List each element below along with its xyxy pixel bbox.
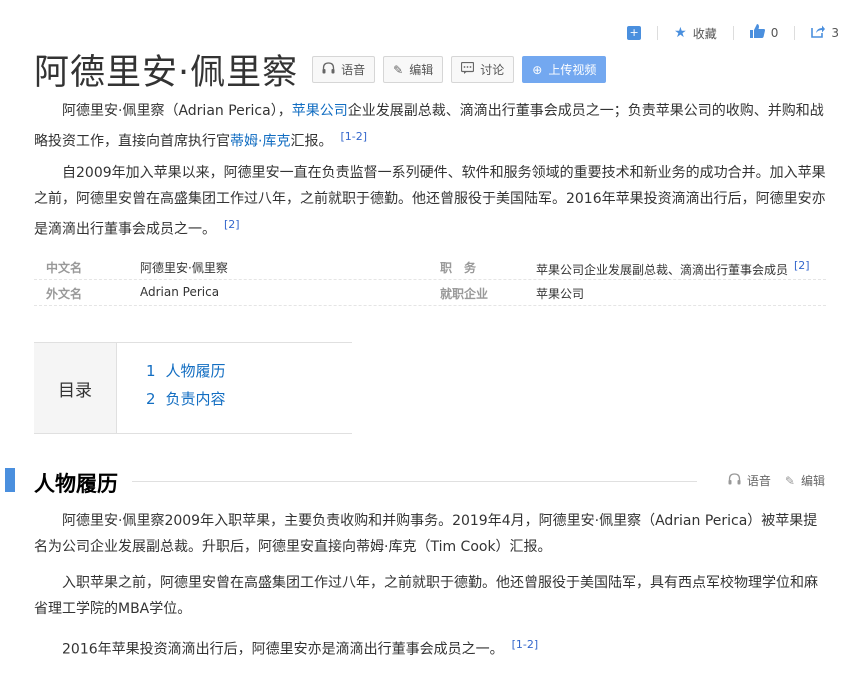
voice-label: 语音	[341, 63, 366, 77]
section-text: 2016年苹果投资滴滴出行后，阿德里安亦是滴滴出行董事会成员之一。	[62, 641, 504, 658]
intro-paragraph-2: 自2009年加入苹果以来，阿德里安一直在负责监督一系列硬件、软件和服务领域的重要…	[34, 160, 826, 243]
section-edit-label: 编辑	[800, 474, 825, 488]
section-voice-button[interactable]: 语音	[728, 472, 771, 489]
upload-video-label: 上传视频	[548, 63, 597, 77]
headphones-icon	[728, 473, 741, 488]
plus-circle-icon: ⊕	[532, 62, 543, 77]
toc-item-biography[interactable]: 1 人物履历	[146, 360, 226, 381]
discuss-button[interactable]: 讨论	[451, 56, 515, 83]
table-of-contents: 目录 1 人物履历 2 负责内容	[34, 342, 352, 434]
info-row: 外文名 Adrian Perica 就职企业 苹果公司	[34, 280, 826, 306]
info-label: 外文名	[46, 287, 83, 301]
thumbs-up-icon	[749, 24, 765, 42]
page-title: 阿德里安·佩里察	[34, 53, 299, 93]
reference-link[interactable]: [2]	[224, 218, 240, 231]
star-icon: ★	[674, 25, 687, 41]
toolbar-divider	[732, 26, 734, 40]
toc-number: 1	[146, 362, 156, 380]
intro-paragraph-1: 阿德里安·佩里察（Adrian Perica），苹果公司企业发展副总裁、滴滴出行…	[34, 98, 826, 155]
section-voice-label: 语音	[746, 474, 771, 488]
like-count: 0	[770, 26, 779, 40]
like-button[interactable]: 0	[749, 24, 779, 42]
info-value: Adrian Perica	[140, 285, 220, 299]
collect-button[interactable]: ★ 收藏	[674, 25, 717, 42]
reference-link[interactable]: [1-2]	[340, 130, 367, 143]
reference-link[interactable]: [2]	[794, 259, 810, 272]
plus-square-icon: +	[627, 26, 642, 40]
section-text: 阿德里安·佩里察2009年入职苹果，主要负责收购和并购事务。2019年4月，阿德…	[34, 513, 818, 555]
intro-text: 汇报。	[290, 133, 333, 150]
headphones-icon	[322, 62, 335, 77]
toc-item-responsibilities[interactable]: 2 负责内容	[146, 388, 226, 409]
share-button[interactable]: 3	[811, 24, 839, 42]
section-text: 入职苹果之前，阿德里安曾在高盛集团工作过八年，之前就职于德勤。他还曾服役于美国陆…	[34, 575, 818, 617]
pencil-icon: ✎	[393, 62, 404, 77]
section-edit-button[interactable]: ✎ 编辑	[785, 472, 825, 489]
edit-button[interactable]: ✎ 编辑	[383, 56, 444, 83]
section-paragraph-2: 入职苹果之前，阿德里安曾在高盛集团工作过八年，之前就职于德勤。他还曾服役于美国陆…	[34, 570, 826, 622]
pencil-icon: ✎	[784, 473, 795, 488]
share-count: 3	[831, 26, 839, 40]
company-link[interactable]: 苹果公司	[536, 285, 584, 302]
toolbar-divider	[657, 26, 659, 40]
section-title: 人物履历	[34, 472, 118, 496]
title-row: 阿德里安·佩里察 语音 ✎ 编辑 讨论 ⊕ 上传视频	[34, 44, 614, 95]
section-divider	[132, 481, 697, 482]
intro-text: 自2009年加入苹果以来，阿德里安一直在负责监督一系列硬件、软件和服务领域的重要…	[34, 165, 826, 238]
toc-item-label: 负责内容	[165, 390, 226, 408]
basic-info-box: 中文名 阿德里安·佩里察 职 务 苹果公司企业发展副总裁、滴滴出行董事会成员 [2…	[34, 254, 826, 306]
section-tools: 语音 ✎ 编辑	[714, 472, 825, 489]
discuss-label: 讨论	[480, 63, 505, 77]
info-label: 中文名	[46, 261, 83, 275]
reference-link[interactable]: [1-2]	[512, 638, 539, 651]
info-value: 苹果公司企业发展副总裁、滴滴出行董事会成员 [2]	[536, 259, 810, 278]
info-value: 阿德里安·佩里察	[140, 261, 228, 275]
toolbar-divider	[794, 26, 796, 40]
intro-text: 阿德里安·佩里察（Adrian Perica），	[62, 103, 292, 119]
comment-icon	[461, 61, 475, 77]
tim-cook-link[interactable]: 蒂姆·库克	[230, 134, 290, 150]
collect-label: 收藏	[692, 26, 717, 41]
position-value: 苹果公司企业发展副总裁、滴滴出行董事会成员	[536, 263, 789, 277]
info-label: 职 务	[440, 261, 477, 275]
toc-item-label: 人物履历	[165, 362, 226, 380]
share-icon	[811, 24, 826, 42]
info-row: 中文名 阿德里安·佩里察 职 务 苹果公司企业发展副总裁、滴滴出行董事会成员 [2…	[34, 254, 826, 280]
apple-link[interactable]: 苹果公司	[292, 103, 348, 119]
add-button[interactable]: +	[627, 26, 642, 40]
section-paragraph-1: 阿德里安·佩里察2009年入职苹果，主要负责收购和并购事务。2019年4月，阿德…	[34, 508, 826, 560]
section-paragraph-3: 2016年苹果投资滴滴出行后，阿德里安亦是滴滴出行董事会成员之一。 [1-2]	[34, 632, 826, 663]
upload-video-button[interactable]: ⊕ 上传视频	[522, 56, 607, 83]
toc-number: 2	[146, 390, 156, 408]
toc-label: 目录	[34, 343, 117, 433]
edit-label: 编辑	[409, 63, 434, 77]
voice-button[interactable]: 语音	[312, 56, 376, 83]
section-accent-bar	[5, 468, 15, 492]
info-label: 就职企业	[440, 287, 489, 301]
page-toolbar: + ★ 收藏 0 3	[611, 24, 839, 42]
